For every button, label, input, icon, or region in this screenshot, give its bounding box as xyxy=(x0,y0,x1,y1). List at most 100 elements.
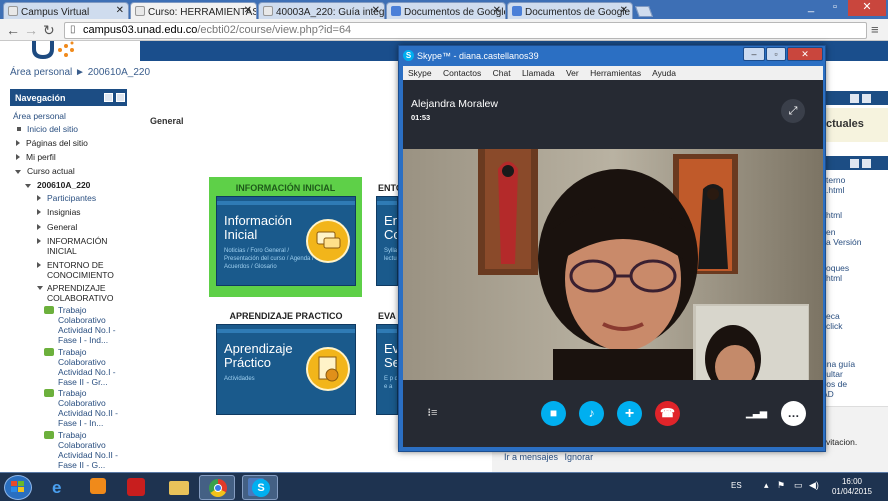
menu-ver[interactable]: Ver xyxy=(566,68,579,78)
right-link-fragment[interactable]: eca xyxy=(826,311,840,321)
volume-icon[interactable]: ◀) xyxy=(809,480,819,491)
menu-herramientas[interactable]: Herramientas xyxy=(590,68,641,78)
file-explorer-icon[interactable] xyxy=(160,475,196,500)
forward-icon[interactable]: → xyxy=(24,22,38,38)
skype-menu-bar: Skype Contactos Chat Llamada Ver Herrami… xyxy=(403,66,823,80)
media-player-icon[interactable] xyxy=(80,475,116,500)
address-bar[interactable]: ▯ campus03.unad.edu.co/ecbti02/course/vi… xyxy=(64,22,867,39)
language-indicator[interactable]: ES xyxy=(731,481,742,490)
nav-item-area-personal[interactable]: Área personal xyxy=(13,111,66,121)
nav-item-course-code[interactable]: 200610A_220 xyxy=(25,180,90,190)
right-link-fragment[interactable]: .html xyxy=(826,185,844,195)
dialpad-icon[interactable]: ⁝≡ xyxy=(420,401,445,426)
microphone-icon[interactable]: ♪ xyxy=(579,401,604,426)
fullscreen-icon[interactable]: ⤢ xyxy=(781,99,805,123)
go-to-messages-link[interactable]: Ir a mensajes xyxy=(504,452,558,462)
menu-ayuda[interactable]: Ayuda xyxy=(652,68,676,78)
right-link-fragment[interactable]: terno xyxy=(826,175,845,185)
nav-item-forum-4[interactable]: Trabajo Colaborativo Actividad No.II - F… xyxy=(44,430,126,470)
flag-icon[interactable]: ⚑ xyxy=(777,480,785,491)
right-link-fragment[interactable]: html xyxy=(826,273,842,283)
video-camera-icon[interactable]: ■ xyxy=(541,401,566,426)
nav-item-forum-2[interactable]: Trabajo Colaborativo Actividad No.I - Fa… xyxy=(44,347,126,387)
chat-bubble-icon[interactable]: … xyxy=(781,401,806,426)
right-link-fragment[interactable]: html xyxy=(826,210,842,220)
tray-up-arrow-icon[interactable]: ▴ xyxy=(764,480,769,491)
card-entorno-conocimiento[interactable]: Ent Co Sylla lectu xyxy=(376,196,398,286)
card-header-entorno: ENTO xyxy=(378,183,403,193)
right-link-fragment[interactable]: oques xyxy=(826,263,849,273)
google-docs-icon xyxy=(391,6,401,16)
nav-item-participantes[interactable]: Participantes xyxy=(37,193,96,203)
network-icon[interactable]: ▭ xyxy=(794,480,803,491)
dock-icon[interactable] xyxy=(104,93,113,102)
card-aprendizaje-practico[interactable]: Aprendizaje Práctico Actividades xyxy=(216,324,356,415)
start-button[interactable] xyxy=(4,475,32,500)
nav-item-entorno-conocimiento[interactable]: ENTORNO DE CONOCIMIENTO xyxy=(37,260,127,280)
tab-documentos-google-2[interactable]: Documentos de Google ✕ xyxy=(507,2,633,19)
nav-item-insignias[interactable]: Insignias xyxy=(37,207,81,217)
add-icon[interactable]: + xyxy=(617,401,642,426)
right-link-fragment[interactable]: en xyxy=(826,227,835,237)
menu-icon[interactable]: ≡ xyxy=(871,22,879,38)
close-icon[interactable]: ✕ xyxy=(244,5,252,16)
dock-icon[interactable] xyxy=(850,159,859,168)
reload-icon[interactable]: ↻ xyxy=(43,22,55,38)
collapse-icon[interactable] xyxy=(116,93,125,102)
end-call-icon[interactable]: ☎ xyxy=(655,401,680,426)
right-block-header-2 xyxy=(820,156,888,170)
nav-item-forum-3[interactable]: Trabajo Colaborativo Actividad No.II - F… xyxy=(44,388,126,428)
expand-arrow-icon xyxy=(37,209,41,215)
back-icon[interactable]: ← xyxy=(6,22,20,38)
chrome-icon[interactable] xyxy=(199,475,235,500)
close-icon[interactable]: ✕ xyxy=(116,5,124,16)
collapse-icon[interactable] xyxy=(862,94,871,103)
minimize-icon[interactable]: – xyxy=(743,47,765,61)
breadcrumb[interactable]: Área personal ► 200610A_220 xyxy=(10,67,150,78)
zynga-icon[interactable] xyxy=(118,475,154,500)
menu-contactos[interactable]: Contactos xyxy=(443,68,481,78)
windows-taskbar: e S ES ▴ ⚑ ▭ ◀) 16:00 01/04/2015 xyxy=(0,472,888,501)
clock[interactable]: 16:00 01/04/2015 xyxy=(828,477,876,497)
dock-icon[interactable] xyxy=(850,94,859,103)
right-link-fragment[interactable]: una guía xyxy=(822,359,855,369)
skype-icon[interactable]: S xyxy=(242,475,278,500)
nav-item-curso-actual[interactable]: Curso actual xyxy=(15,166,75,176)
maximize-icon[interactable]: ▫ xyxy=(766,47,786,61)
card-informacion-inicial[interactable]: Información Inicial Noticias / Foro Gene… xyxy=(216,196,356,286)
tab-documentos-google-1[interactable]: Documentos de Google: c✕ xyxy=(386,2,506,19)
close-icon[interactable]: ✕ xyxy=(620,5,628,16)
menu-chat[interactable]: Chat xyxy=(493,68,511,78)
nav-item-label: Trabajo Colaborativo Actividad No.II - F… xyxy=(58,388,118,428)
card-evaluacion[interactable]: Eva Se E p d e a xyxy=(376,324,398,415)
close-icon[interactable]: ✕ xyxy=(372,5,380,16)
forum-icon xyxy=(44,306,54,314)
nav-item-general[interactable]: General xyxy=(37,222,77,232)
new-tab-button[interactable] xyxy=(634,6,654,17)
collapse-icon[interactable] xyxy=(862,159,871,168)
right-link-fragment[interactable]: a Versión xyxy=(826,237,861,247)
close-icon[interactable]: ✕ xyxy=(493,5,501,16)
call-duration: 01:53 xyxy=(411,113,431,122)
minimize-icon[interactable]: _ xyxy=(800,0,822,16)
nav-item-mi-perfil[interactable]: Mi perfil xyxy=(16,152,56,162)
navigation-block: Navegación Área personal Inicio del siti… xyxy=(10,89,127,472)
maximize-icon[interactable]: ▫ xyxy=(824,0,846,16)
menu-llamada[interactable]: Llamada xyxy=(522,68,555,78)
nav-item-forum-1[interactable]: Trabajo Colaborativo Actividad No.I - Fa… xyxy=(44,305,126,345)
nav-item-inicio-sitio[interactable]: Inicio del sitio xyxy=(17,124,78,134)
nav-item-paginas-sitio[interactable]: Páginas del sitio xyxy=(16,138,88,148)
tab-guia-integrada[interactable]: 40003A_220: Guía integra ✕ xyxy=(258,2,385,19)
nav-item-aprendizaje-colaborativo[interactable]: APRENDIZAJE COLABORATIVO xyxy=(37,283,127,303)
menu-skype[interactable]: Skype xyxy=(408,68,432,78)
unad-logo[interactable] xyxy=(10,41,100,61)
virtuales-banner[interactable]: ctuales xyxy=(820,108,888,142)
tab-campus-virtual[interactable]: Campus Virtual ✕ xyxy=(3,2,129,19)
right-link-fragment[interactable]: click xyxy=(826,321,843,331)
ignore-link[interactable]: Ignorar xyxy=(565,452,594,462)
nav-item-informacion-inicial[interactable]: INFORMACIÓN INICIAL xyxy=(37,236,127,256)
close-window-icon[interactable]: ✕ xyxy=(787,47,823,61)
close-window-icon[interactable]: ✕ xyxy=(848,0,886,16)
tab-curso-herramientas[interactable]: Curso: HERRAMIENTAS DI✕ xyxy=(130,2,257,19)
internet-explorer-icon[interactable]: e xyxy=(42,475,78,500)
